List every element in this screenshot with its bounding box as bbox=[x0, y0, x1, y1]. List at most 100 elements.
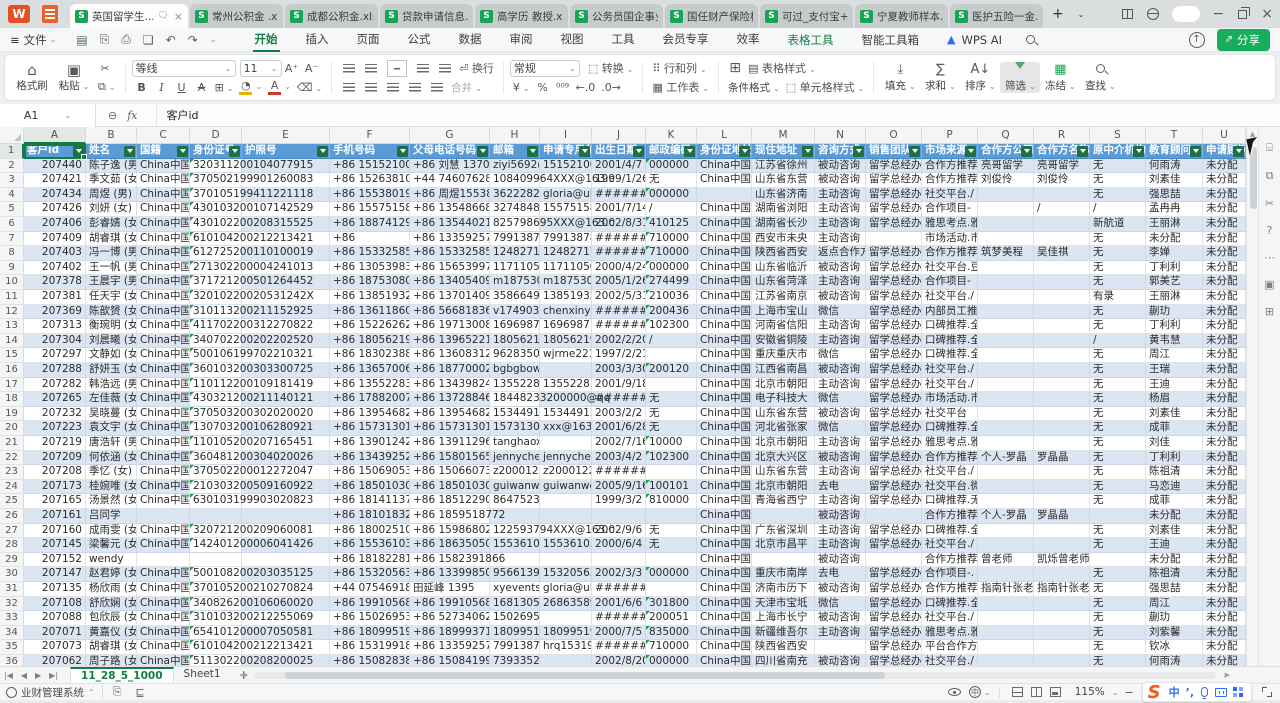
cell[interactable]: 天津市宝坻 bbox=[752, 597, 815, 612]
cell[interactable]: hrq153199 bbox=[540, 640, 592, 655]
menu-审阅[interactable]: 审阅 bbox=[508, 28, 535, 52]
cell[interactable]: +86 1508419990 bbox=[410, 655, 490, 666]
col-header-Q[interactable]: Q bbox=[978, 127, 1034, 144]
menu-插入[interactable]: 插入 bbox=[304, 28, 331, 52]
cell[interactable]: 无 bbox=[1090, 188, 1146, 203]
cell[interactable]: 微信 bbox=[815, 597, 866, 612]
cell[interactable]: 710000 bbox=[646, 246, 697, 261]
row-header-11[interactable]: 11 bbox=[0, 290, 24, 305]
cell[interactable]: 320311200104077915 bbox=[190, 159, 242, 174]
cell[interactable]: China中国 bbox=[137, 524, 190, 539]
highlight-color-button[interactable]: ◔⌄ bbox=[237, 79, 264, 95]
cell[interactable]: 刘俊伶 bbox=[978, 173, 1034, 188]
cut-button[interactable]: ✂ bbox=[96, 62, 114, 75]
merge-cells-button[interactable]: 合并⌄ bbox=[451, 80, 482, 95]
cell[interactable]: 口碑推荐.全 bbox=[922, 524, 978, 539]
cell[interactable]: 835000 bbox=[646, 626, 697, 641]
col-header-A[interactable]: A bbox=[24, 127, 86, 144]
cell[interactable]: 32010220020531242X bbox=[190, 290, 242, 305]
cell[interactable]: 留学总经办 bbox=[866, 611, 922, 626]
font-color-button[interactable]: A⌄ bbox=[266, 79, 293, 95]
cell[interactable]: China中国 bbox=[697, 217, 752, 232]
select-all-corner[interactable] bbox=[0, 127, 24, 144]
filter-dropdown-icon[interactable] bbox=[579, 146, 590, 157]
cell[interactable]: China中国 bbox=[697, 524, 752, 539]
cell[interactable]: 2001/9/18 bbox=[592, 378, 646, 393]
row-header-12[interactable]: 12 bbox=[0, 305, 24, 320]
settings-icon[interactable]: ⊞ bbox=[1259, 305, 1280, 318]
cell[interactable]: 无 bbox=[646, 173, 697, 188]
cell[interactable]: 合作方推荐 bbox=[922, 582, 978, 597]
cell[interactable]: 刘素佳 bbox=[1146, 524, 1203, 539]
cell[interactable]: 180562196 bbox=[540, 334, 592, 349]
cell[interactable]: China中国 bbox=[137, 611, 190, 626]
header-cell[interactable]: 合作方公司 bbox=[978, 144, 1034, 159]
cell[interactable]: 153449155 bbox=[540, 407, 592, 422]
row-header-4[interactable]: 4 bbox=[0, 188, 24, 203]
cell[interactable]: 未分配 bbox=[1203, 392, 1246, 407]
filter-dropdown-icon[interactable] bbox=[853, 146, 864, 157]
cell[interactable]: 210303200509160922 bbox=[190, 480, 242, 495]
col-header-M[interactable]: M bbox=[752, 127, 815, 144]
cell[interactable] bbox=[978, 480, 1034, 495]
header-cell[interactable]: 客户id bbox=[24, 144, 86, 159]
cell[interactable] bbox=[978, 188, 1034, 203]
cell[interactable]: +86 18141137 bbox=[330, 494, 410, 509]
cell[interactable]: 未分配 bbox=[1203, 217, 1246, 232]
cell[interactable]: 汤景然 (女) bbox=[86, 494, 137, 509]
cell[interactable]: ######## bbox=[592, 246, 646, 261]
cell[interactable]: 207152 bbox=[24, 553, 86, 568]
cell[interactable]: 2000/7/5 bbox=[592, 626, 646, 641]
row-header-10[interactable]: 10 bbox=[0, 275, 24, 290]
cell[interactable]: 湖南省长沙 bbox=[752, 217, 815, 232]
cell[interactable]: ziyi5692@ bbox=[490, 159, 540, 174]
cell[interactable]: 丁利利 bbox=[1146, 319, 1203, 334]
cell[interactable]: 155361038 bbox=[540, 538, 592, 553]
cell[interactable]: ######## bbox=[592, 611, 646, 626]
cell[interactable]: 江苏省徐州 bbox=[752, 159, 815, 174]
cell[interactable] bbox=[1034, 305, 1090, 320]
cell[interactable]: bgbgbow@ bbox=[490, 363, 540, 378]
cell[interactable]: 被动咨询 bbox=[815, 611, 866, 626]
next-sheet-icon[interactable]: ▶ bbox=[35, 671, 41, 680]
cell[interactable]: +86 13439252 bbox=[330, 451, 410, 466]
cell[interactable]: China中国 bbox=[697, 407, 752, 422]
cell[interactable]: 无 bbox=[1090, 494, 1146, 509]
cell[interactable] bbox=[540, 655, 592, 666]
cell[interactable]: 何雨涛 bbox=[1146, 655, 1203, 666]
cell[interactable]: 去电 bbox=[815, 480, 866, 495]
cell[interactable] bbox=[1034, 217, 1090, 232]
cell[interactable]: 654101200007050581 bbox=[190, 626, 242, 641]
cell[interactable] bbox=[1034, 611, 1090, 626]
row-header-18[interactable]: 18 bbox=[0, 392, 24, 407]
cell[interactable]: 丁利利 bbox=[1146, 261, 1203, 276]
cell[interactable]: 周子路 (女) bbox=[86, 655, 137, 666]
cell[interactable]: 筑梦美程 bbox=[978, 246, 1034, 261]
cell[interactable]: +86 1877000215 bbox=[410, 363, 490, 378]
cell[interactable]: 未分配 bbox=[1203, 494, 1246, 509]
cell[interactable]: China中国 bbox=[697, 655, 752, 666]
cell[interactable]: 王一帆 (男) bbox=[86, 261, 137, 276]
cell[interactable]: 社交平台./ bbox=[922, 655, 978, 666]
cell[interactable]: 口碑推荐.无 bbox=[922, 494, 978, 509]
cell[interactable]: +86 18753080 bbox=[330, 275, 410, 290]
cell[interactable] bbox=[978, 436, 1034, 451]
cell[interactable]: xxx@163.c bbox=[540, 421, 592, 436]
cell[interactable]: 000000 bbox=[646, 567, 697, 582]
cell[interactable]: 微信 bbox=[815, 392, 866, 407]
filter-dropdown-icon[interactable] bbox=[397, 146, 408, 157]
cell[interactable]: China中国 bbox=[137, 275, 190, 290]
cell[interactable]: +86 18182281 bbox=[330, 553, 410, 568]
cell[interactable]: +86 18101832 bbox=[330, 509, 410, 524]
cell[interactable] bbox=[1034, 407, 1090, 422]
header-cell[interactable]: 咨询方式 bbox=[815, 144, 866, 159]
cell[interactable]: 320721200209060081 bbox=[190, 524, 242, 539]
col-header-T[interactable]: T bbox=[1146, 127, 1203, 144]
prev-sheet-icon[interactable]: ◀ bbox=[21, 671, 27, 680]
cell[interactable]: 主动咨询 bbox=[815, 524, 866, 539]
cell[interactable]: 301800 bbox=[646, 597, 697, 612]
cell[interactable]: 未分配 bbox=[1203, 480, 1246, 495]
cell[interactable]: China中国 bbox=[697, 626, 752, 641]
cell[interactable]: China中国 bbox=[697, 261, 752, 276]
cell[interactable]: +86 13552283 bbox=[330, 378, 410, 393]
